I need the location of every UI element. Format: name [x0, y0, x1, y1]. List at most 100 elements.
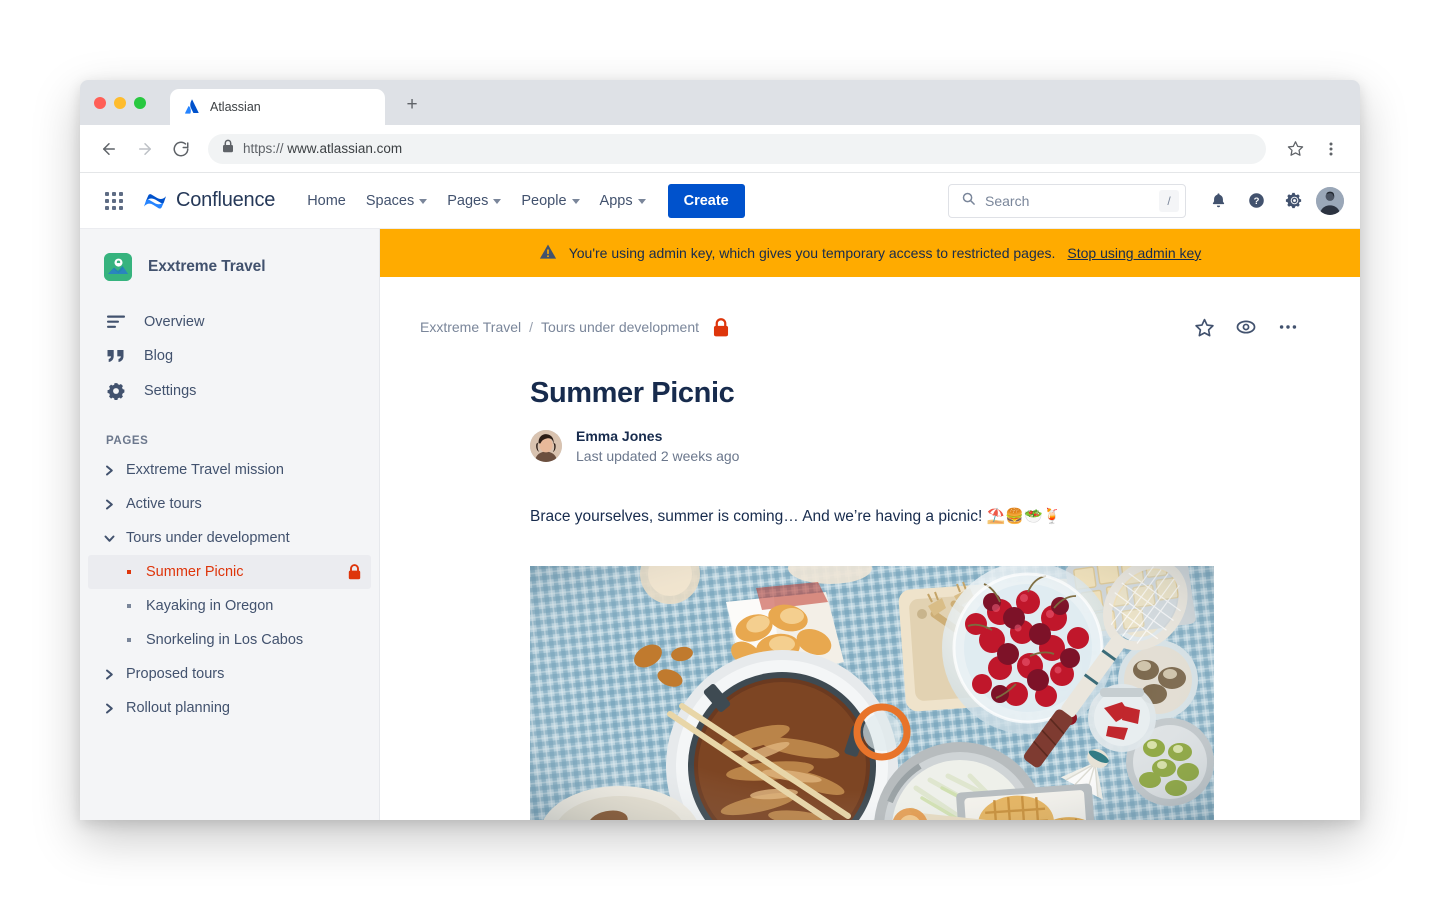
nav-label: Pages — [447, 192, 489, 209]
confluence-brand-text: Confluence — [176, 189, 276, 211]
profile-avatar[interactable] — [1316, 186, 1344, 215]
picnic-photo-illustration — [530, 566, 1214, 820]
banner-text: You're using admin key, which gives you … — [568, 245, 1056, 261]
sidebar-item-label: Blog — [144, 348, 174, 364]
quote-marks-icon — [106, 349, 126, 363]
document-body: Summer Picnic Emma Jones Last updated 2 … — [420, 377, 1300, 820]
reload-icon[interactable] — [166, 134, 196, 164]
settings-gear-icon[interactable] — [1278, 185, 1310, 217]
minimize-window-button[interactable] — [114, 97, 126, 109]
overview-lines-icon — [106, 315, 126, 329]
nav-item-spaces[interactable]: Spaces — [356, 187, 437, 215]
create-button[interactable]: Create — [667, 183, 745, 218]
svg-text:?: ? — [1253, 196, 1259, 207]
help-icon[interactable]: ? — [1240, 185, 1272, 217]
intro-text: Brace yourselves, summer is coming… And … — [530, 507, 983, 525]
chevron-down-icon — [493, 199, 502, 204]
intro-emoji: ⛱️🍔🥗🍹 — [986, 507, 1062, 525]
sidebar-item-settings[interactable]: Settings — [80, 373, 379, 409]
search-input[interactable]: Search / — [948, 183, 1186, 218]
browser-tab[interactable]: Atlassian — [170, 89, 385, 125]
tree-item-rollout-planning[interactable]: Rollout planning — [88, 691, 371, 725]
breadcrumb-space-link[interactable]: Exxtreme Travel — [420, 319, 521, 335]
stop-using-admin-key-link[interactable]: Stop using admin key — [1067, 245, 1201, 261]
nav-item-home[interactable]: Home — [297, 187, 356, 215]
nav-item-people[interactable]: People — [511, 187, 589, 215]
chevron-right-icon[interactable] — [102, 669, 116, 680]
nav-item-pages[interactable]: Pages — [437, 187, 511, 215]
pages-section-label: PAGES — [106, 435, 149, 447]
intro-paragraph: Brace yourselves, summer is coming… And … — [530, 505, 1260, 529]
sidebar-item-label: Overview — [144, 314, 205, 330]
nav-label: People — [521, 192, 567, 209]
browser-tab-strip: Atlassian + — [80, 80, 1360, 125]
tree-item-label: Exxtreme Travel mission — [126, 462, 284, 478]
star-icon[interactable] — [1192, 315, 1216, 339]
chevron-right-icon[interactable] — [102, 499, 116, 510]
close-window-button[interactable] — [94, 97, 106, 109]
more-options-icon[interactable] — [1276, 315, 1300, 339]
space-header[interactable]: Exxtreme Travel — [80, 229, 379, 295]
tree-item-summer-picnic[interactable]: Summer Picnic — [88, 555, 371, 589]
red-padlock-icon[interactable] — [713, 317, 729, 337]
space-name: Exxtreme Travel — [148, 258, 266, 275]
app-grid-icon[interactable] — [98, 185, 130, 217]
nav-label: Apps — [599, 192, 633, 209]
browser-menu-icon[interactable] — [1316, 134, 1346, 164]
padlock-icon — [222, 139, 234, 158]
breadcrumb: Exxtreme Travel / Tours under developmen… — [420, 319, 699, 335]
address-bar-url: https:// www.atlassian.com — [243, 141, 403, 156]
confluence-logo[interactable]: Confluence — [142, 188, 275, 214]
nav-icon-group: ? — [1202, 185, 1344, 217]
maximize-window-button[interactable] — [134, 97, 146, 109]
page-actions — [1192, 315, 1300, 339]
tree-item-label: Summer Picnic — [146, 564, 244, 580]
sidebar-item-label: Settings — [144, 383, 197, 399]
notifications-bell-icon[interactable] — [1202, 185, 1234, 217]
chevron-down-icon — [571, 199, 580, 204]
nav-label: Home — [307, 192, 346, 209]
picnic-photo[interactable] — [530, 566, 1214, 820]
chevron-down-icon[interactable] — [102, 534, 116, 543]
space-nav: Overview Blog Settings — [80, 305, 379, 409]
red-padlock-icon — [348, 564, 361, 580]
page-content: Exxtreme Travel / Tours under developmen… — [380, 277, 1360, 820]
main-content: You're using admin key, which gives you … — [380, 229, 1360, 820]
tree-item-kayaking-in-oregon[interactable]: Kayaking in Oregon — [88, 589, 371, 623]
sidebar-item-overview[interactable]: Overview — [80, 305, 379, 339]
confluence-mark-icon — [144, 193, 166, 209]
address-bar[interactable]: https:// www.atlassian.com — [208, 133, 1266, 164]
admin-key-banner: You're using admin key, which gives you … — [380, 229, 1360, 277]
sidebar-item-blog[interactable]: Blog — [80, 339, 379, 373]
tree-item-snorkeling-in-los-cabos[interactable]: Snorkeling in Los Cabos — [88, 623, 371, 657]
tree-item-label: Active tours — [126, 496, 202, 512]
chevron-right-icon[interactable] — [102, 703, 116, 714]
tree-item-label: Proposed tours — [126, 666, 225, 682]
author-name[interactable]: Emma Jones — [576, 426, 739, 446]
browser-window: Atlassian + https:// www.atlassian.com C… — [80, 80, 1360, 820]
bookmark-star-icon[interactable] — [1280, 134, 1310, 164]
breadcrumb-parent-link[interactable]: Tours under development — [541, 319, 699, 335]
bullet-icon — [122, 570, 136, 574]
chevron-right-icon[interactable] — [102, 465, 116, 476]
nav-item-apps[interactable]: Apps — [590, 187, 656, 215]
tree-item-active-tours[interactable]: Active tours — [88, 487, 371, 521]
tree-item-tours-under-development[interactable]: Tours under development — [88, 521, 371, 555]
author-avatar[interactable] — [530, 430, 562, 463]
app-shell: Exxtreme Travel Overview Blog Settings P… — [80, 229, 1360, 820]
new-tab-button[interactable]: + — [399, 91, 425, 117]
forward-arrow-icon[interactable] — [130, 134, 160, 164]
watch-eye-icon[interactable] — [1234, 315, 1258, 339]
last-updated-text: Last updated 2 weeks ago — [576, 448, 740, 465]
page-byline: Emma Jones Last updated 2 weeks ago — [530, 426, 1260, 467]
space-sidebar: Exxtreme Travel Overview Blog Settings P… — [80, 229, 380, 820]
tree-item-label: Snorkeling in Los Cabos — [146, 632, 304, 648]
back-arrow-icon[interactable] — [94, 134, 124, 164]
tree-item-proposed-tours[interactable]: Proposed tours — [88, 657, 371, 691]
confluence-top-nav: Confluence Home Spaces Pages People Apps… — [80, 173, 1360, 229]
tree-item-label: Tours under development — [126, 530, 290, 546]
tree-item-exxtreme-travel-mission[interactable]: Exxtreme Travel mission — [88, 453, 371, 487]
browser-toolbar: https:// www.atlassian.com — [80, 125, 1360, 173]
tree-item-label: Rollout planning — [126, 700, 230, 716]
chevron-down-icon — [637, 199, 646, 204]
